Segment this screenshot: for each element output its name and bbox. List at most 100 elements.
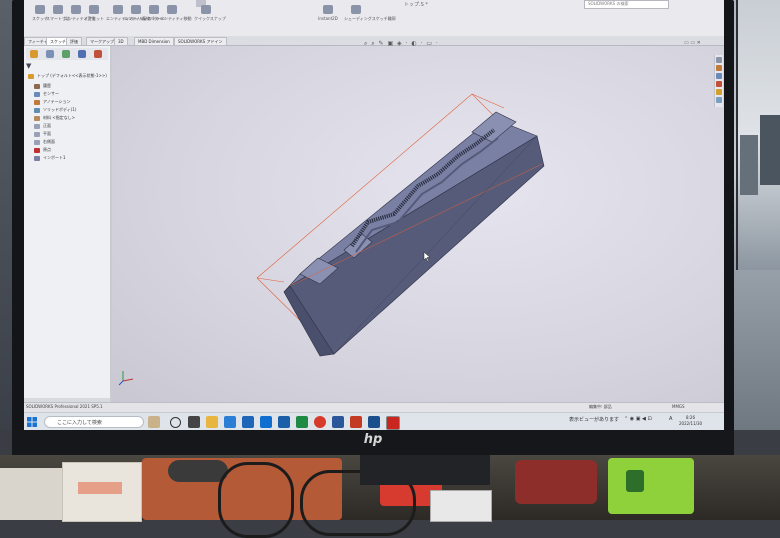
view-palette-icon[interactable] (716, 81, 722, 87)
tree-item[interactable]: 平面 (34, 130, 51, 138)
power-strip (430, 490, 492, 522)
tree-item[interactable]: 右側面 (34, 138, 55, 146)
tray-icons[interactable]: ⌃ ◉ ▣ ◀ ⊡ (624, 416, 652, 422)
excel-icon[interactable] (296, 416, 308, 428)
custom-properties-icon[interactable] (716, 97, 722, 103)
status-editing: 編集中: 部品 (589, 404, 612, 409)
ribbon-button-shade[interactable]: シェーディングスケッチ輪郭 (344, 3, 396, 25)
tree-item[interactable]: ソリッドボディ(1) (34, 106, 76, 114)
tape-dispenser (608, 458, 694, 514)
plane-icon (34, 131, 40, 137)
store-icon[interactable] (242, 416, 254, 428)
weather-widget-icon[interactable] (148, 416, 160, 428)
shade-icon (351, 5, 361, 14)
material-icon (34, 115, 40, 121)
tree-item[interactable]: 材料 <指定なし> (34, 114, 75, 122)
search-input[interactable]: SOLIDWORKS の検索 (584, 0, 669, 9)
ribbon-button-instant2d[interactable]: Instant2D (316, 3, 340, 25)
sensor-icon (34, 91, 40, 97)
ribbon-button-label: Instant2D (318, 16, 338, 21)
convert-icon (71, 5, 81, 14)
tree-item[interactable]: 履歴 (34, 82, 51, 90)
acrobat-icon[interactable] (350, 416, 362, 428)
tree-root-part[interactable]: トップ (デフォルト<<表示状態-1>>) (28, 72, 107, 80)
resources-icon[interactable] (716, 57, 722, 63)
tray-notification[interactable]: 表示ビューがあります (569, 416, 619, 423)
tree-item-label: 右側面 (43, 139, 55, 144)
graphics-area[interactable] (112, 46, 724, 402)
word-icon[interactable] (332, 416, 344, 428)
file-explorer-icon[interactable] (716, 73, 722, 79)
tree-item[interactable]: 正面 (34, 122, 51, 130)
tab-command-5[interactable]: SOLIDWORKS アドイン (174, 37, 227, 46)
mirror-icon (131, 5, 141, 14)
dimxpert-icon[interactable] (78, 50, 86, 58)
feature-tree-icon[interactable] (30, 50, 38, 58)
tree-item-label: アノテーション (43, 99, 71, 104)
solidworks-icon[interactable] (386, 416, 400, 430)
appearances-icon[interactable] (716, 89, 722, 95)
hp-logo: hp (363, 432, 383, 447)
tree-root-label: トップ (デフォルト<<表示状態-1>>) (37, 73, 107, 78)
ribbon-button-label: シェーディングスケッチ輪郭 (344, 16, 396, 21)
solid-body-icon (34, 107, 40, 113)
building-outside (760, 115, 780, 185)
ribbon-button-label: エンティティ移動 (160, 16, 192, 21)
app-icon[interactable] (368, 416, 380, 428)
cortana-icon[interactable] (170, 417, 181, 428)
windows-start-icon[interactable] (27, 417, 37, 427)
model-side-face (289, 135, 545, 355)
property-manager-icon[interactable] (46, 50, 54, 58)
configuration-icon[interactable] (62, 50, 70, 58)
tree-item[interactable]: センサー (34, 90, 59, 98)
status-product: SOLIDWORKS Professional 2021 SP5.1 (26, 404, 103, 409)
window-controls[interactable]: ▭ ▭ ✕ (684, 40, 701, 46)
plane-icon (34, 123, 40, 129)
outlook-icon[interactable] (278, 416, 290, 428)
ribbon-button-snap[interactable]: クイックスナップ (194, 3, 226, 25)
tree-item-label: 履歴 (43, 83, 51, 88)
ribbon-button-offset[interactable]: オフセット (82, 3, 106, 25)
tree-item[interactable]: 原点 (34, 146, 51, 154)
tab-command-2[interactable]: 評価 (66, 37, 82, 46)
mail-icon[interactable] (260, 416, 272, 428)
task-pane-tabs (714, 55, 723, 107)
tree-item-label: 材料 <指定なし> (43, 115, 75, 120)
tree-item-label: インポート1 (43, 155, 66, 160)
reference-triad-icon (118, 371, 134, 386)
tree-item[interactable]: インポート1 (34, 154, 66, 162)
tree-item[interactable]: アノテーション (34, 98, 71, 106)
move-icon (167, 5, 177, 14)
monitor-stand (360, 455, 490, 485)
file-explorer-icon[interactable] (206, 416, 218, 428)
ribbon-button-label: オフセット (84, 16, 104, 21)
taskbar-clock[interactable]: 8:26 2022/11/30 (679, 415, 702, 427)
cardboard-box (0, 468, 62, 520)
tab-command-4[interactable]: MBD Dimension (134, 37, 174, 46)
stapler (515, 460, 597, 504)
snap-icon (201, 5, 211, 14)
cable (218, 462, 294, 538)
display-manager-icon[interactable] (94, 50, 102, 58)
clock-date: 2022/11/30 (679, 421, 703, 426)
tab-3d[interactable]: 3D (114, 37, 128, 46)
tree-toolbar (26, 48, 108, 60)
document-title: トップ.S * (404, 2, 428, 8)
ime-indicator[interactable]: A (669, 416, 672, 422)
offset-icon (89, 5, 99, 14)
plane-icon (34, 139, 40, 145)
tree-item-label: 平面 (43, 131, 51, 136)
windows-taskbar: ここに入力して検索 表示ビューがあります ⌃ ◉ ▣ ◀ ⊡ A 8:26 20… (24, 412, 724, 430)
ribbon-button-move[interactable]: エンティティ移動 (160, 3, 192, 25)
filter-icon[interactable]: ▼ (26, 62, 34, 70)
status-units[interactable]: MMGS (672, 404, 685, 409)
dimension-icon (53, 5, 63, 14)
heads-up-view-toolbar[interactable]: ⌕ ⌕ ✎ ▣ ◈ · ◐ · ▭ · (364, 40, 474, 48)
taskbar-search-input[interactable]: ここに入力して検索 (44, 416, 144, 428)
tree-item-label: 正面 (43, 123, 51, 128)
tape-dispenser-core (626, 470, 644, 492)
chrome-icon[interactable] (314, 416, 326, 428)
edge-browser-icon[interactable] (224, 416, 236, 428)
task-view-icon[interactable] (188, 416, 200, 428)
design-library-icon[interactable] (716, 65, 722, 71)
